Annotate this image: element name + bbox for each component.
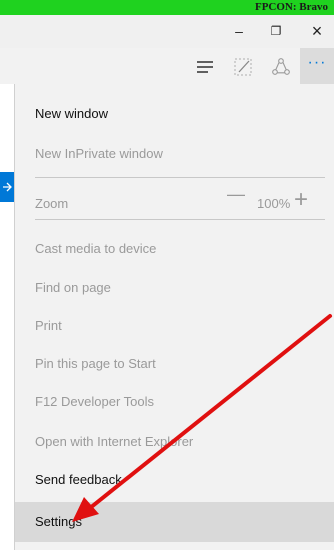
more-actions-menu: New window New InPrivate window Zoom — 1… [14, 84, 334, 550]
share-icon [272, 58, 290, 75]
menu-item-send-feedback[interactable]: Send feedback [35, 472, 122, 488]
zoom-in-button[interactable]: + [294, 186, 308, 214]
hub-button[interactable] [190, 52, 220, 82]
menu-item-pin-to-start[interactable]: Pin this page to Start [35, 356, 156, 372]
menu-item-new-inprivate-window[interactable]: New InPrivate window [35, 146, 163, 162]
close-icon: × [311, 21, 323, 41]
side-tab[interactable] [0, 172, 14, 202]
zoom-level: 100% [257, 196, 291, 211]
more-actions-button[interactable]: ··· [300, 48, 334, 84]
browser-toolbar: ··· [0, 48, 334, 84]
menu-item-new-window[interactable]: New window [35, 106, 108, 122]
title-bar: – ❐ × [0, 15, 334, 48]
zoom-label: Zoom [35, 196, 69, 211]
minimize-icon: – [235, 23, 243, 39]
menu-item-find-on-page[interactable]: Find on page [35, 280, 111, 296]
minimize-button[interactable]: – [222, 15, 256, 48]
menu-item-cast-media[interactable]: Cast media to device [35, 241, 156, 257]
restore-button[interactable]: ❐ [259, 15, 293, 48]
more-icon: ··· [307, 54, 327, 71]
zoom-out-button[interactable]: — [227, 184, 245, 205]
close-button[interactable]: × [300, 15, 334, 48]
menu-divider [35, 177, 325, 178]
hub-icon [197, 61, 213, 73]
web-note-icon [234, 58, 252, 76]
menu-item-open-with-ie[interactable]: Open with Internet Explorer [35, 434, 193, 450]
menu-item-developer-tools[interactable]: F12 Developer Tools [35, 394, 154, 410]
web-note-button[interactable] [228, 52, 258, 82]
menu-divider [35, 219, 325, 220]
fpcon-banner: FPCON: Bravo [0, 0, 334, 15]
arrow-right-icon [3, 182, 12, 192]
restore-icon: ❐ [270, 24, 282, 38]
fpcon-label: FPCON: Bravo [254, 1, 328, 13]
menu-item-print[interactable]: Print [35, 318, 62, 334]
menu-item-settings-row[interactable]: Settings [15, 502, 334, 542]
share-button[interactable] [266, 52, 296, 82]
menu-item-settings[interactable]: Settings [35, 514, 82, 530]
